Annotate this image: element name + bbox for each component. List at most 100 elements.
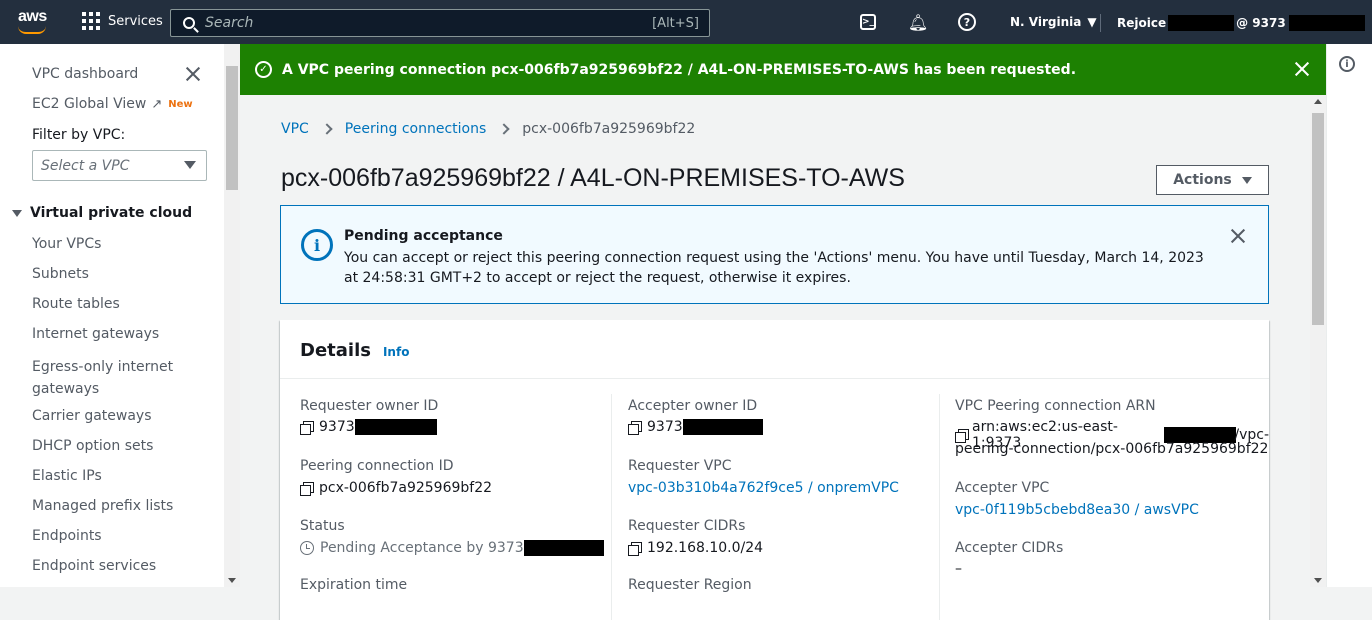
sidebar-item-elastic-ips[interactable]: Elastic IPs: [32, 468, 102, 484]
accepter-owner-id-label: Accepter owner ID: [628, 398, 758, 414]
sidebar-scrollbar[interactable]: [224, 44, 240, 587]
redacted-block: [1288, 15, 1365, 31]
chevron-right-icon: [498, 123, 510, 135]
requester-vpc-label: Requester VPC: [628, 458, 732, 474]
close-icon[interactable]: [1294, 61, 1310, 77]
flash-message: A VPC peering connection pcx-006fb7a9259…: [282, 61, 1077, 78]
services-menu[interactable]: Services: [82, 12, 163, 30]
copy-icon[interactable]: [628, 541, 642, 556]
breadcrumb-vpc[interactable]: VPC: [281, 121, 309, 137]
aws-logo-text: aws: [18, 8, 47, 25]
section-virtual-private-cloud[interactable]: Virtual private cloud: [12, 205, 192, 221]
sidebar-item-carrier-gateways[interactable]: Carrier gateways: [32, 408, 152, 424]
help-panel-strip: i: [1326, 44, 1372, 587]
peering-id-text: pcx-006fb7a925969bf22: [319, 480, 493, 496]
region-label: N. Virginia: [1010, 15, 1082, 29]
peering-connection-id-label: Peering connection ID: [300, 458, 454, 474]
external-link-icon: ↗︎: [151, 96, 163, 112]
alert-title: Pending acceptance: [344, 228, 503, 244]
redacted-block: [523, 540, 604, 556]
services-label: Services: [108, 13, 163, 29]
help-icon[interactable]: ?: [958, 13, 976, 31]
redacted-block: [682, 419, 763, 435]
main-scrollbar[interactable]: [1310, 95, 1326, 587]
info-icon: i: [301, 229, 333, 261]
sidebar-item-internet-gateways[interactable]: Internet gateways: [32, 326, 159, 342]
search-input[interactable]: Search [Alt+S]: [170, 9, 710, 37]
requester-owner-id-label: Requester owner ID: [300, 398, 439, 414]
requester-cidrs-label: Requester CIDRs: [628, 518, 746, 534]
peering-arn-label: VPC Peering connection ARN: [955, 398, 1156, 414]
copy-icon[interactable]: [300, 481, 314, 496]
account-menu[interactable]: Rejoice @ 9373: [1117, 15, 1365, 31]
alert-body: You can accept or reject this peering co…: [344, 250, 1204, 286]
chevron-right-icon: [321, 123, 333, 135]
aws-logo[interactable]: aws: [18, 8, 52, 36]
vpc-filter-select[interactable]: Select a VPC: [32, 150, 207, 181]
success-check-icon: ✓: [255, 61, 272, 78]
caret-down-icon: [12, 209, 22, 217]
expiration-time-label: Expiration time: [300, 577, 408, 593]
accepter-vpc-label: Accepter VPC: [955, 480, 1050, 496]
redacted-block: [1168, 15, 1235, 31]
copy-icon[interactable]: [955, 428, 969, 443]
accepter-vpc-link[interactable]: vpc-0f119b5cbebd8ea30 / awsVPC: [955, 502, 1199, 518]
scrollbar-thumb[interactable]: [226, 66, 238, 190]
sidebar-item-dhcp-option-sets[interactable]: DHCP option sets: [32, 438, 153, 454]
search-placeholder: Search: [205, 15, 254, 31]
scroll-down-icon[interactable]: [1314, 578, 1322, 583]
cloudshell-icon[interactable]: >_: [860, 14, 876, 30]
sidebar: VPC dashboard EC2 Global View ↗︎ New Fil…: [0, 44, 224, 587]
page-title: pcx-006fb7a925969bf22 / A4L-ON-PREMISES-…: [281, 164, 905, 192]
aws-smile-icon: [18, 26, 46, 34]
section-label: Virtual private cloud: [30, 205, 193, 221]
notifications-bell-icon[interactable]: 🔔︎: [908, 12, 928, 32]
column-divider: [939, 394, 940, 620]
close-icon[interactable]: [1231, 229, 1245, 243]
sidebar-item-ec2-global-view[interactable]: EC2 Global View ↗︎ New: [32, 96, 193, 112]
requester-region-label: Requester Region: [628, 577, 752, 593]
peering-connection-id-value: pcx-006fb7a925969bf22: [300, 480, 492, 496]
scroll-down-icon[interactable]: [228, 578, 236, 583]
info-icon[interactable]: i: [1339, 56, 1355, 72]
search-shortcut: [Alt+S]: [652, 15, 699, 31]
cidr-text: 192.168.10.0/24: [647, 540, 764, 556]
owner-id-text: 9373: [319, 419, 355, 435]
new-badge: New: [168, 98, 193, 110]
account-name: Rejoice: [1117, 16, 1167, 30]
success-flash-banner: ✓ A VPC peering connection pcx-006fb7a92…: [240, 44, 1326, 95]
divider: [280, 378, 1269, 379]
accepter-cidrs-value: –: [955, 561, 962, 577]
sidebar-item-egress-only-internet-gateways[interactable]: Egress-only internet gateways: [32, 356, 182, 400]
account-id-prefix: @ 9373: [1236, 16, 1286, 30]
breadcrumb: VPC Peering connections pcx-006fb7a92596…: [281, 121, 695, 137]
copy-icon[interactable]: [628, 420, 642, 435]
scrollbar-thumb[interactable]: [1312, 113, 1324, 325]
breadcrumb-peering-connections[interactable]: Peering connections: [345, 121, 486, 137]
close-icon[interactable]: [185, 66, 201, 82]
peering-arn-value-line2: peering-connection/pcx-006fb7a925969bf22: [955, 441, 1269, 457]
requester-vpc-link[interactable]: vpc-03b310b4a762f9ce5 / onpremVPC: [628, 480, 899, 496]
actions-label: Actions: [1173, 172, 1232, 188]
sidebar-item-managed-prefix-lists[interactable]: Managed prefix lists: [32, 498, 173, 514]
status-text: Pending Acceptance by 9373: [320, 540, 524, 556]
sidebar-item-endpoint-services[interactable]: Endpoint services: [32, 558, 156, 574]
grid-icon: [82, 12, 100, 30]
sidebar-item-endpoints[interactable]: Endpoints: [32, 528, 102, 544]
sidebar-item-subnets[interactable]: Subnets: [32, 266, 89, 282]
sidebar-item-route-tables[interactable]: Route tables: [32, 296, 120, 312]
details-heading: Details: [300, 340, 371, 361]
caret-down-icon: [184, 161, 196, 169]
accepter-cidrs-label: Accepter CIDRs: [955, 540, 1064, 556]
caret-down-icon: [1241, 176, 1252, 184]
scroll-up-icon[interactable]: [1314, 99, 1322, 104]
actions-button[interactable]: Actions: [1156, 165, 1269, 195]
nav-divider: [1100, 14, 1101, 32]
copy-icon[interactable]: [300, 420, 314, 435]
region-selector[interactable]: N. Virginia ▼: [1010, 15, 1097, 29]
status-value: Pending Acceptance by 9373: [300, 540, 604, 556]
owner-id-text: 9373: [647, 419, 683, 435]
info-link[interactable]: Info: [383, 345, 409, 359]
sidebar-item-vpc-dashboard[interactable]: VPC dashboard: [32, 66, 138, 82]
sidebar-item-your-vpcs[interactable]: Your VPCs: [32, 236, 101, 252]
